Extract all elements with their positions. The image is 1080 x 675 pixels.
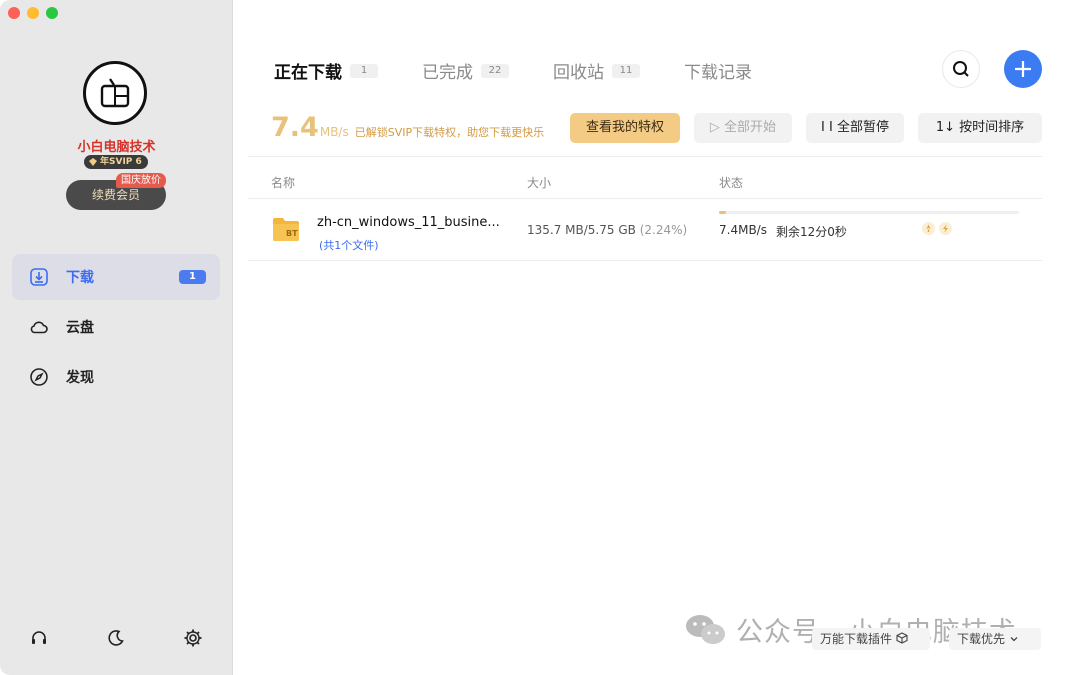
main-panel: 正在下载 1 已完成 22 回收站 11 下载记录 7.4 MB/s 已解锁SV… — [234, 0, 1080, 675]
zoom-window-button[interactable] — [46, 7, 58, 19]
username: 小白电脑技术 — [77, 140, 156, 155]
tab-count: 11 — [612, 63, 640, 78]
gear-icon[interactable] — [182, 627, 204, 649]
sidebar-item-label: 发现 — [66, 370, 94, 386]
sidebar-bottom-tools — [28, 627, 204, 649]
svip-note: 已解锁SVIP下载特权，助您下载更快乐 — [354, 126, 545, 139]
rocket-icon[interactable] — [922, 222, 935, 235]
file-type-label: BT — [286, 229, 298, 238]
promo-tag: 国庆放价 — [116, 173, 166, 188]
column-status: 状态 — [719, 176, 744, 190]
search-icon — [953, 61, 969, 77]
tab-completed[interactable]: 已完成 22 — [422, 58, 509, 83]
close-window-button[interactable] — [8, 7, 20, 19]
tab-label: 下载记录 — [684, 63, 752, 83]
bt-folder-icon: BT — [272, 216, 300, 242]
table-row[interactable]: BT zh-cn_windows_11_busine... (共1个文件) 13… — [248, 199, 1042, 261]
tab-count: 22 — [481, 63, 509, 78]
wechat-icon — [686, 614, 725, 644]
download-rate: 7.4MB/s — [719, 223, 767, 237]
plus-icon — [1015, 61, 1031, 77]
download-priority-select[interactable]: 下载优先 — [949, 628, 1041, 650]
sidebar-item-cloud[interactable]: 云盘 — [12, 304, 220, 350]
vip-level: 年SVIP 6 — [100, 157, 142, 167]
tab-label: 回收站 — [553, 63, 604, 83]
tab-downloading[interactable]: 正在下载 1 — [274, 58, 378, 83]
sidebar: 小白电脑技术 年SVIP 6 续费会员 国庆放价 下载 1 云盘 发现 — [0, 0, 233, 675]
avatar[interactable] — [83, 61, 147, 125]
sidebar-item-label: 云盘 — [66, 320, 94, 336]
tab-bar: 正在下载 1 已完成 22 回收站 11 下载记录 — [274, 58, 796, 83]
total-speed-value: 7.4 — [271, 112, 319, 143]
file-name: zh-cn_windows_11_busine... — [317, 215, 500, 230]
start-all-button[interactable]: ▷ 全部开始 — [694, 113, 792, 143]
column-size: 大小 — [527, 176, 552, 190]
download-count-badge: 1 — [179, 270, 206, 284]
file-size: 135.7 MB/5.75 GB (2.24%) — [527, 223, 687, 237]
speed-summary: 7.4 MB/s 已解锁SVIP下载特权，助您下载更快乐 — [271, 112, 544, 143]
priority-label: 下载优先 — [957, 632, 1006, 646]
minimize-window-button[interactable] — [27, 7, 39, 19]
tab-download-history[interactable]: 下载记录 — [684, 58, 752, 83]
column-name: 名称 — [271, 176, 296, 190]
tab-count: 1 — [350, 63, 378, 78]
size-percent: (2.24%) — [639, 223, 688, 237]
headset-icon[interactable] — [28, 627, 50, 649]
window-controls — [8, 7, 58, 19]
download-icon — [28, 266, 50, 288]
universal-plugin-button[interactable]: 万能下载插件 — [812, 628, 930, 650]
sidebar-nav: 下载 1 云盘 发现 — [12, 254, 220, 404]
sidebar-item-label: 下载 — [66, 270, 94, 286]
sidebar-item-discover[interactable]: 发现 — [12, 354, 220, 400]
tab-label: 已完成 — [422, 63, 473, 83]
tv-icon — [100, 78, 130, 108]
cloud-icon — [28, 316, 50, 338]
sort-by-time-button[interactable]: 1↓ 按时间排序 — [918, 113, 1042, 143]
cube-icon — [896, 632, 908, 644]
boost-icons — [922, 222, 952, 235]
diamond-icon — [89, 158, 97, 166]
compass-icon — [28, 366, 50, 388]
plugin-label: 万能下载插件 — [820, 632, 893, 646]
total-speed-unit: MB/s — [319, 125, 349, 139]
time-remaining: 剩余12分0秒 — [776, 225, 847, 239]
progress-fill — [719, 211, 726, 214]
search-button[interactable] — [942, 50, 980, 88]
vip-badge: 年SVIP 6 — [84, 155, 148, 169]
lightning-icon[interactable] — [939, 222, 952, 235]
file-count-link[interactable]: (共1个文件) — [319, 237, 379, 253]
divider — [248, 156, 1042, 157]
tab-recycle-bin[interactable]: 回收站 11 — [553, 58, 640, 83]
moon-icon[interactable] — [105, 627, 127, 649]
progress-bar — [719, 211, 1019, 214]
size-progress: 135.7 MB/5.75 GB — [527, 223, 636, 237]
pause-all-button[interactable]: I I 全部暂停 — [806, 113, 904, 143]
chevron-down-icon — [1010, 637, 1018, 642]
tab-label: 正在下载 — [274, 63, 342, 83]
app-window: 小白电脑技术 年SVIP 6 续费会员 国庆放价 下载 1 云盘 发现 正在下载… — [0, 0, 1080, 675]
view-privileges-button[interactable]: 查看我的特权 — [570, 113, 680, 143]
add-download-button[interactable] — [1004, 50, 1042, 88]
sidebar-item-download[interactable]: 下载 1 — [12, 254, 220, 300]
